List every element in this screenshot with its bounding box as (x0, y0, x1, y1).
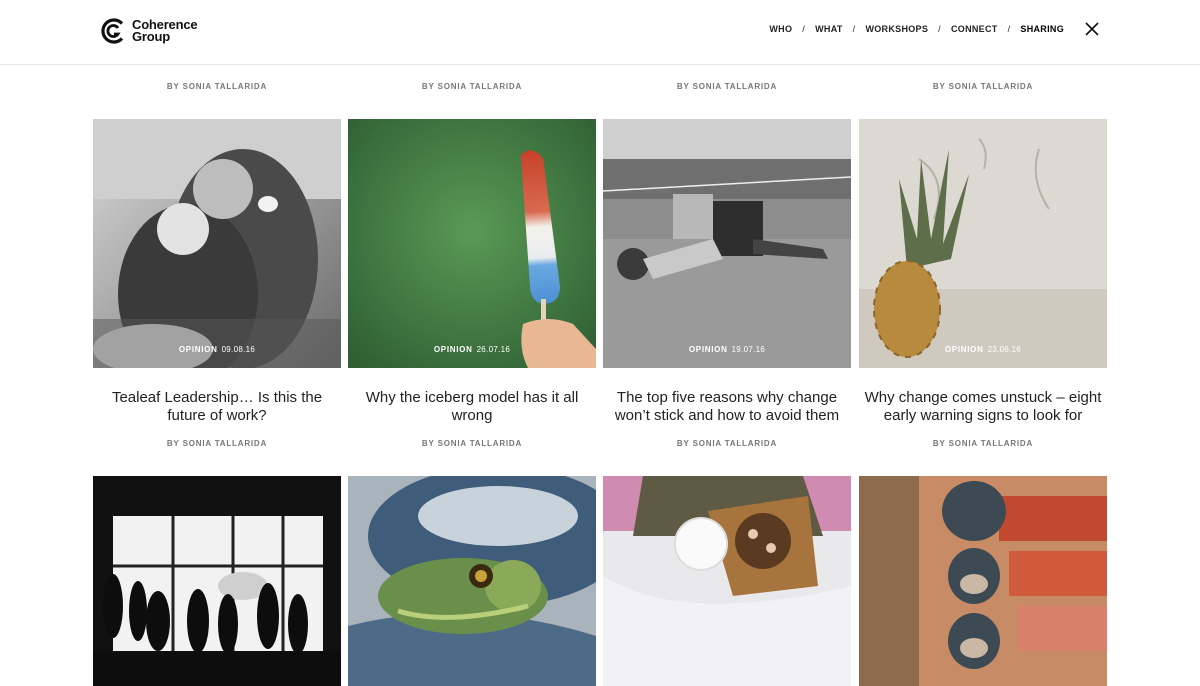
post-title[interactable]: Why the iceberg model has it all wrong (348, 389, 596, 425)
nav-separator: / (1007, 24, 1011, 34)
post-date: 09.08.16 (221, 345, 256, 354)
post-author[interactable]: BY SONIA TALLARIDA (859, 439, 1107, 448)
post-meta: OPINION 09.08.16 (93, 345, 341, 354)
post-thumbnail[interactable] (348, 476, 596, 686)
brand-logo[interactable]: Coherence Group (101, 18, 198, 44)
nav-item-sharing[interactable]: SHARING (1020, 24, 1064, 34)
post-category: OPINION (433, 345, 473, 354)
post-author[interactable]: BY SONIA TALLARIDA (603, 439, 851, 448)
nav-separator: / (938, 24, 941, 34)
post-category: OPINION (944, 345, 984, 354)
post-meta: OPINION 26.07.16 (348, 345, 596, 354)
post-thumbnail[interactable]: OPINION 26.07.16 (348, 119, 596, 368)
nav-item-workshops[interactable]: WORKSHOPS (865, 24, 928, 34)
post-thumbnail[interactable] (859, 476, 1107, 686)
post-card[interactable]: OPINION 23.06.16 Why change comes unstuck… (859, 119, 1107, 448)
coherence-logo-icon (101, 18, 124, 44)
child-pegged-to-clothesline (603, 119, 851, 368)
post-category: OPINION (178, 345, 218, 354)
engraving-two-women-teacup (93, 119, 341, 368)
brand-name-line2: Group (132, 29, 170, 44)
post-title[interactable]: The top five reasons why change won’t st… (603, 389, 851, 425)
post-card[interactable]: OPINION 19.07.16 The top five reasons why… (603, 119, 851, 448)
brand-name: Coherence Group (132, 18, 198, 44)
post-date: 26.07.16 (476, 345, 511, 354)
nav-item-connect[interactable]: CONNECT (951, 24, 998, 34)
post-author[interactable]: BY SONIA TALLARIDA (859, 82, 1107, 91)
post-thumbnail[interactable] (93, 476, 341, 686)
site-header: Coherence Group WHO / WHAT / WORKSHOPS /… (0, 0, 1200, 65)
coffee-and-pastry (603, 476, 851, 686)
post-category: OPINION (688, 345, 728, 354)
post-meta: OPINION 23.06.16 (859, 345, 1107, 354)
post-card[interactable]: OPINION 26.07.16 Why the iceberg model ha… (348, 119, 596, 448)
post-thumbnail[interactable]: OPINION 23.06.16 (859, 119, 1107, 368)
post-date: 23.06.16 (987, 345, 1022, 354)
post-card[interactable] (603, 476, 851, 686)
post-author[interactable]: BY SONIA TALLARIDA (93, 82, 341, 91)
three-wise-monkeys (859, 476, 1107, 686)
close-icon[interactable] (1085, 22, 1099, 36)
post-card[interactable]: OPINION 09.08.16 Tealeaf Leadership… Is t… (93, 119, 341, 448)
post-title[interactable]: Why change comes unstuck – eight early w… (859, 389, 1107, 425)
nav-separator: / (802, 24, 806, 34)
post-thumbnail[interactable]: OPINION 19.07.16 (603, 119, 851, 368)
nav-item-what[interactable]: WHAT (815, 24, 843, 34)
main-nav: WHO / WHAT / WORKSHOPS / CONNECT / SHARI… (769, 24, 1064, 34)
nav-item-who[interactable]: WHO (769, 24, 792, 34)
post-author[interactable]: BY SONIA TALLARIDA (348, 82, 596, 91)
post-thumbnail[interactable]: OPINION 09.08.16 (93, 119, 341, 368)
post-meta: OPINION 19.07.16 (603, 345, 851, 354)
post-author[interactable]: BY SONIA TALLARIDA (603, 82, 851, 91)
pineapple-against-wall (859, 119, 1107, 368)
post-card[interactable] (859, 476, 1107, 686)
post-card[interactable] (93, 476, 341, 686)
frog-on-pot (348, 476, 596, 686)
post-author[interactable]: BY SONIA TALLARIDA (93, 439, 341, 448)
post-card[interactable] (348, 476, 596, 686)
nav-separator: / (852, 24, 856, 34)
post-thumbnail[interactable] (603, 476, 851, 686)
post-author[interactable]: BY SONIA TALLARIDA (348, 439, 596, 448)
post-date: 19.07.16 (731, 345, 766, 354)
people-silhouettes-window (93, 476, 341, 686)
post-title[interactable]: Tealeaf Leadership… Is this the future o… (93, 389, 341, 425)
ice-pop-held-in-hand (348, 119, 596, 368)
